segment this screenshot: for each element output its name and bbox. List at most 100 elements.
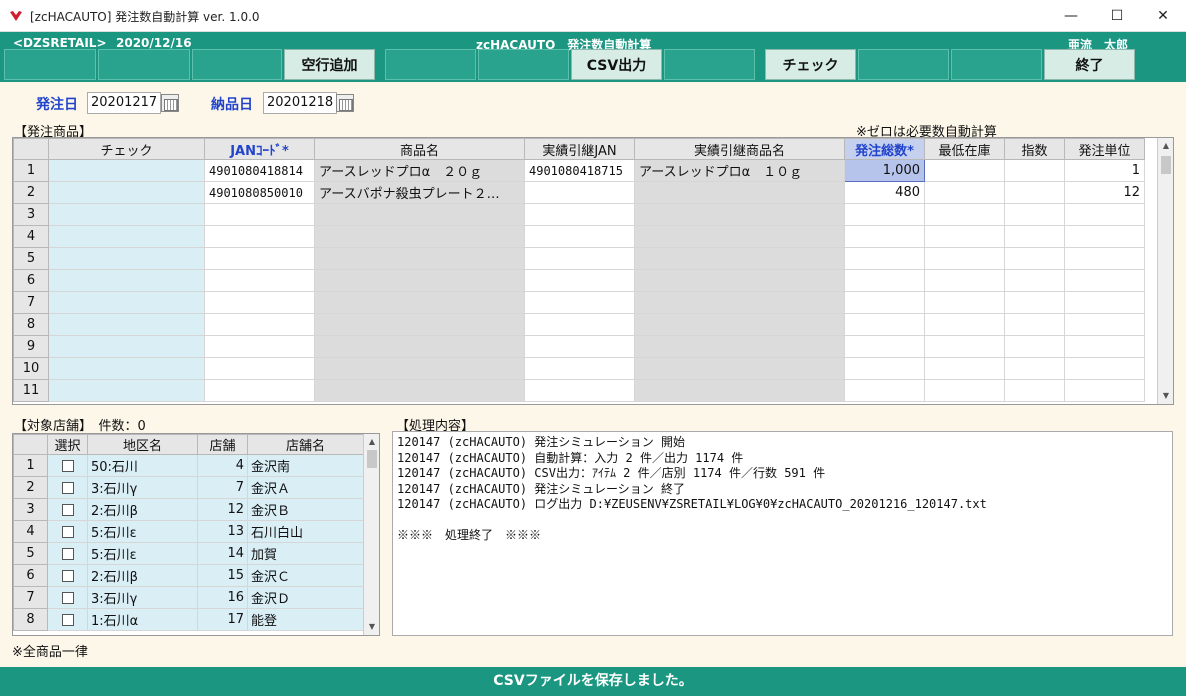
cell-check[interactable]	[48, 291, 205, 314]
cell-prev-product-name[interactable]	[634, 313, 845, 336]
cell-prev-jan[interactable]	[524, 335, 635, 358]
scroll-thumb[interactable]	[1161, 156, 1171, 174]
cell-min-stock[interactable]	[924, 357, 1005, 380]
cell-area-name[interactable]: 5:石川ε	[87, 520, 198, 543]
table-row[interactable]: 7 3:石川γ 16 金沢Ｄ	[13, 586, 364, 609]
cell-index[interactable]	[1004, 181, 1065, 204]
col-header-check[interactable]: チェック	[48, 138, 205, 160]
minimize-button[interactable]: —	[1048, 0, 1094, 32]
cell-order-unit[interactable]	[1064, 357, 1145, 380]
cell-order-total[interactable]: 480	[844, 181, 925, 204]
cell-prev-product-name[interactable]	[634, 379, 845, 402]
cell-area-name[interactable]: 3:石川γ	[87, 586, 198, 609]
cell-area-name[interactable]: 3:石川γ	[87, 476, 198, 499]
stores-scrollbar[interactable]: ▲ ▼	[363, 434, 379, 635]
cell-jan-code[interactable]	[204, 357, 315, 380]
store-checkbox[interactable]	[61, 525, 74, 538]
cell-product-name[interactable]	[314, 291, 525, 314]
cell-check[interactable]	[48, 203, 205, 226]
order-date-input[interactable]: 20201217	[87, 92, 161, 114]
cell-jan-code[interactable]: 4901080850010	[204, 181, 315, 204]
close-button[interactable]: ✕	[1140, 0, 1186, 32]
cell-index[interactable]	[1004, 159, 1065, 182]
cell-index[interactable]	[1004, 313, 1065, 336]
cell-min-stock[interactable]	[924, 247, 1005, 270]
cell-order-unit[interactable]	[1064, 291, 1145, 314]
cell-product-name[interactable]	[314, 225, 525, 248]
table-row[interactable]: 2 3:石川γ 7 金沢Ａ	[13, 476, 364, 499]
cell-order-unit[interactable]	[1064, 335, 1145, 358]
cell-index[interactable]	[1004, 203, 1065, 226]
cell-store-no[interactable]: 7	[197, 476, 248, 499]
table-row[interactable]: 8	[13, 313, 1145, 336]
col-header-store-name[interactable]: 店舗名	[247, 434, 364, 455]
cell-order-total[interactable]	[844, 335, 925, 358]
col-header-select[interactable]: 選択	[47, 434, 88, 455]
cell-store-no[interactable]: 16	[197, 586, 248, 609]
cell-index[interactable]	[1004, 225, 1065, 248]
cell-jan-code[interactable]	[204, 247, 315, 270]
scroll-up-icon[interactable]: ▲	[1158, 138, 1173, 154]
cell-check[interactable]	[48, 379, 205, 402]
cell-jan-code[interactable]: 4901080418814	[204, 159, 315, 182]
stores-grid[interactable]: 選択 地区名 店舗 店舗名 1 50:石川 4 金沢南 2 3:石川γ 7 金沢Ａ 3 2:石川β 12 金…	[12, 433, 380, 636]
cell-min-stock[interactable]	[924, 379, 1005, 402]
cell-product-name[interactable]	[314, 335, 525, 358]
cell-area-name[interactable]: 1:石川α	[87, 608, 198, 631]
cell-product-name[interactable]	[314, 357, 525, 380]
col-header-order-total[interactable]: 発注総数*	[844, 138, 925, 160]
cell-check[interactable]	[48, 357, 205, 380]
cell-index[interactable]	[1004, 335, 1065, 358]
cell-prev-jan[interactable]	[524, 181, 635, 204]
cell-jan-code[interactable]	[204, 335, 315, 358]
store-checkbox[interactable]	[61, 547, 74, 560]
cell-order-unit[interactable]: 1	[1064, 159, 1145, 182]
cell-store-name[interactable]: 金沢Ｂ	[247, 498, 364, 521]
cell-min-stock[interactable]	[924, 269, 1005, 292]
table-row[interactable]: 11	[13, 379, 1145, 402]
store-checkbox[interactable]	[61, 613, 74, 626]
col-header-store-no[interactable]: 店舗	[197, 434, 248, 455]
cell-store-no[interactable]: 4	[197, 454, 248, 477]
cell-jan-code[interactable]	[204, 269, 315, 292]
col-header-index[interactable]: 指数	[1004, 138, 1065, 160]
scroll-down-icon[interactable]: ▼	[364, 619, 379, 635]
col-header-product-name[interactable]: 商品名	[314, 138, 525, 160]
cell-index[interactable]	[1004, 291, 1065, 314]
cell-area-name[interactable]: 5:石川ε	[87, 542, 198, 565]
cell-prev-product-name[interactable]	[634, 357, 845, 380]
cell-prev-jan[interactable]	[524, 379, 635, 402]
cell-check[interactable]	[48, 247, 205, 270]
cell-check[interactable]	[48, 269, 205, 292]
table-row[interactable]: 9	[13, 335, 1145, 358]
table-row[interactable]: 4 5:石川ε 13 石川白山	[13, 520, 364, 543]
table-row[interactable]: 5 5:石川ε 14 加賀	[13, 542, 364, 565]
cell-index[interactable]	[1004, 247, 1065, 270]
cell-prev-product-name[interactable]	[634, 181, 845, 204]
cell-order-unit[interactable]	[1064, 225, 1145, 248]
table-row[interactable]: 5	[13, 247, 1145, 270]
cell-order-total[interactable]: 1,000	[844, 159, 925, 182]
col-header-order-unit[interactable]: 発注単位	[1064, 138, 1145, 160]
cell-area-name[interactable]: 2:石川β	[87, 564, 198, 587]
cell-product-name[interactable]: アースレッドプロα ２０ｇ	[314, 159, 525, 182]
col-header-min-stock[interactable]: 最低在庫	[924, 138, 1005, 160]
table-row[interactable]: 1 4901080418814 アースレッドプロα ２０ｇ 4901080418715…	[13, 159, 1145, 182]
cell-min-stock[interactable]	[924, 181, 1005, 204]
cell-check[interactable]	[48, 313, 205, 336]
cell-area-name[interactable]: 50:石川	[87, 454, 198, 477]
cell-product-name[interactable]: アースバポナ殺虫プレート２…	[314, 181, 525, 204]
col-header-prev-product-name[interactable]: 実績引継商品名	[634, 138, 845, 160]
cell-order-unit[interactable]	[1064, 313, 1145, 336]
table-row[interactable]: 4	[13, 225, 1145, 248]
cell-order-total[interactable]	[844, 357, 925, 380]
add-empty-row-button[interactable]: 空行追加	[284, 49, 375, 80]
cell-store-no[interactable]: 13	[197, 520, 248, 543]
cell-order-unit[interactable]: 12	[1064, 181, 1145, 204]
table-row[interactable]: 3	[13, 203, 1145, 226]
cell-check[interactable]	[48, 181, 205, 204]
cell-order-total[interactable]	[844, 313, 925, 336]
maximize-button[interactable]: ☐	[1094, 0, 1140, 32]
cell-prev-jan[interactable]	[524, 357, 635, 380]
cell-prev-jan[interactable]	[524, 203, 635, 226]
